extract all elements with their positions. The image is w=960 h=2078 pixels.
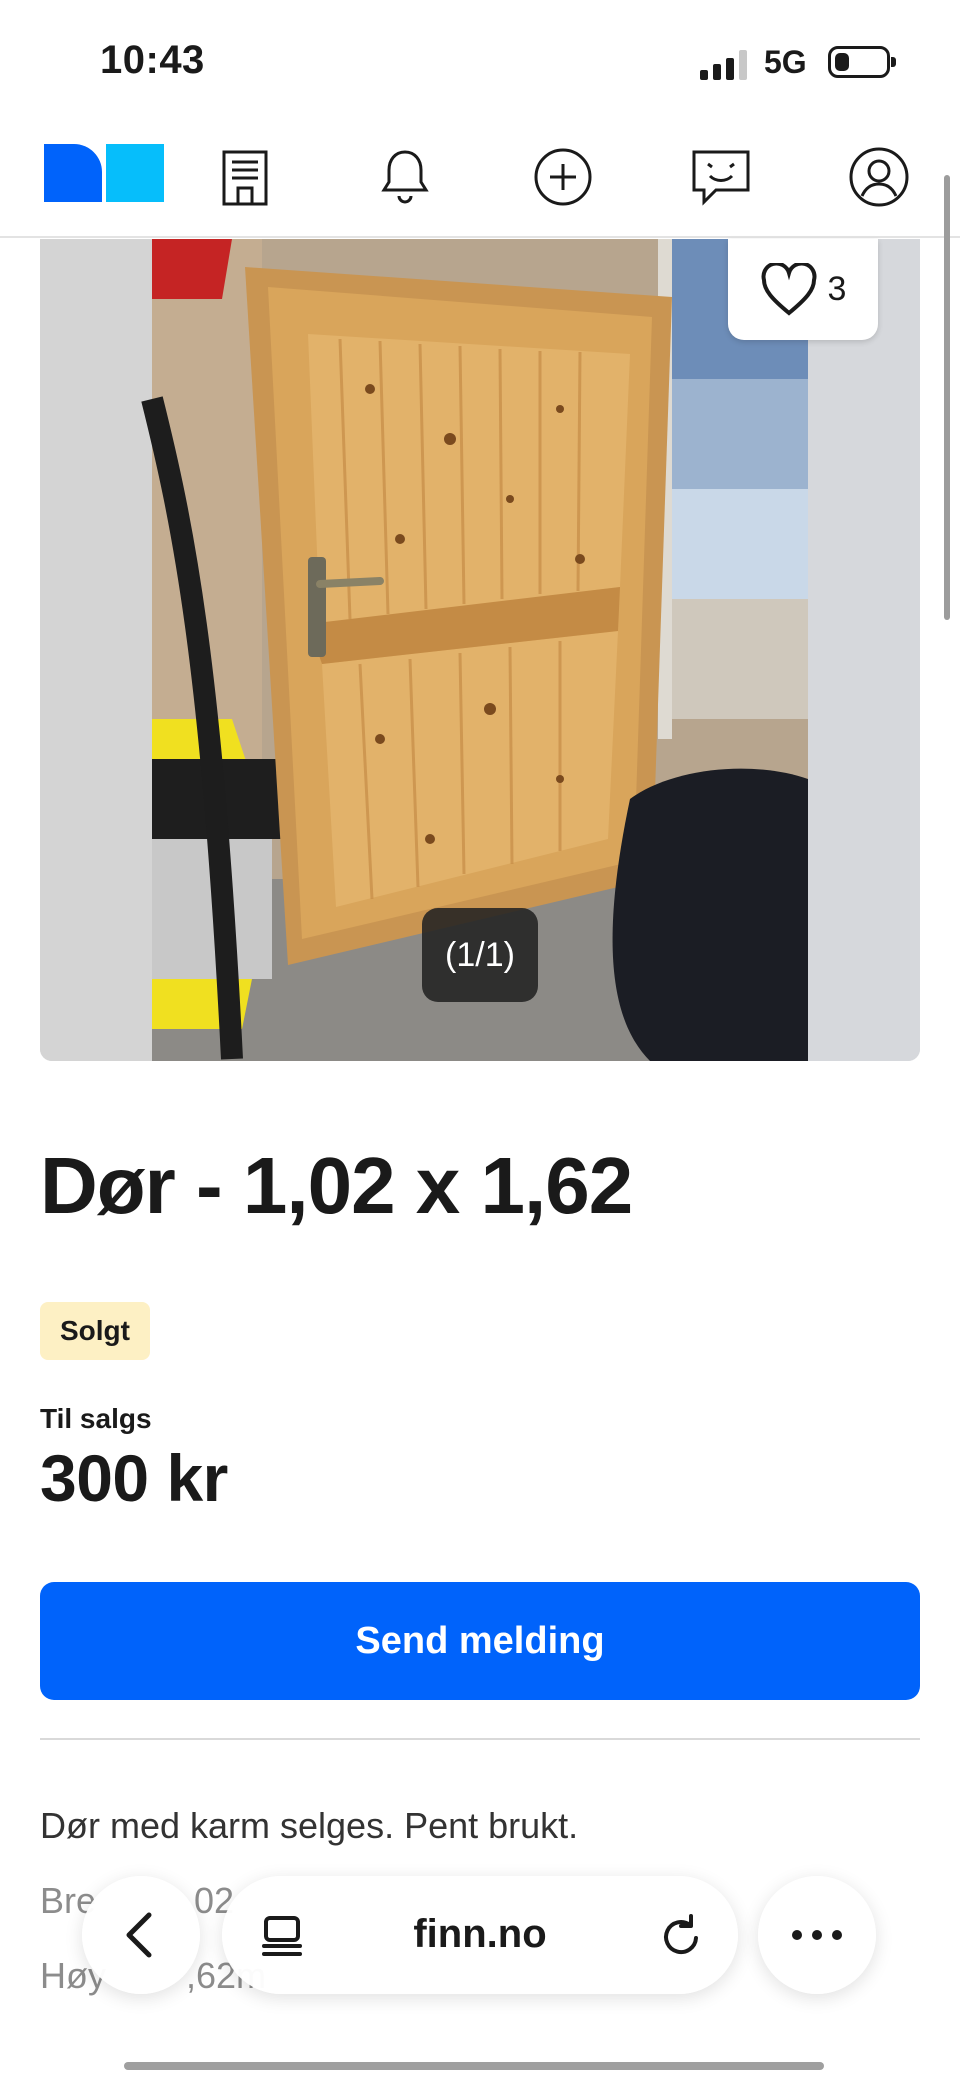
listing-title: Dør - 1,02 x 1,62 xyxy=(40,1141,633,1230)
chevron-left-icon xyxy=(126,1912,152,1958)
reload-icon[interactable] xyxy=(658,1912,706,1960)
divider xyxy=(40,1738,920,1740)
more-button[interactable] xyxy=(758,1876,876,1994)
send-message-button[interactable]: Send melding xyxy=(40,1582,920,1700)
image-counter: (1/1) xyxy=(422,908,538,1002)
battery-fill xyxy=(835,53,849,71)
scroll-indicator[interactable] xyxy=(944,175,950,620)
finn-logo[interactable] xyxy=(44,144,164,202)
plus-circle-icon[interactable] xyxy=(532,146,594,208)
bell-icon[interactable] xyxy=(374,146,436,208)
chat-icon[interactable] xyxy=(690,146,752,208)
top-nav xyxy=(0,120,960,238)
building-icon[interactable] xyxy=(214,146,276,208)
battery-icon xyxy=(828,46,896,78)
listing-description: Dør med karm selges. Pent brukt. xyxy=(40,1805,579,1846)
heart-icon xyxy=(761,262,816,316)
price: 300 kr xyxy=(40,1441,228,1515)
price-label: Til salgs xyxy=(40,1403,152,1434)
favorite-count: 3 xyxy=(827,270,847,308)
home-indicator[interactable] xyxy=(124,2062,824,2070)
status-badge: Solgt xyxy=(40,1302,150,1360)
network-type: 5G xyxy=(764,44,807,80)
favorite-button[interactable]: 3 xyxy=(728,239,878,340)
signal-icon xyxy=(700,50,752,80)
status-bar: 10:43 5G xyxy=(0,0,960,120)
more-dots-icon xyxy=(792,1930,842,1940)
profile-icon[interactable] xyxy=(848,146,910,208)
back-button[interactable] xyxy=(82,1876,200,1994)
address-bar[interactable]: finn.no xyxy=(222,1876,738,1994)
status-time: 10:43 xyxy=(100,38,205,82)
